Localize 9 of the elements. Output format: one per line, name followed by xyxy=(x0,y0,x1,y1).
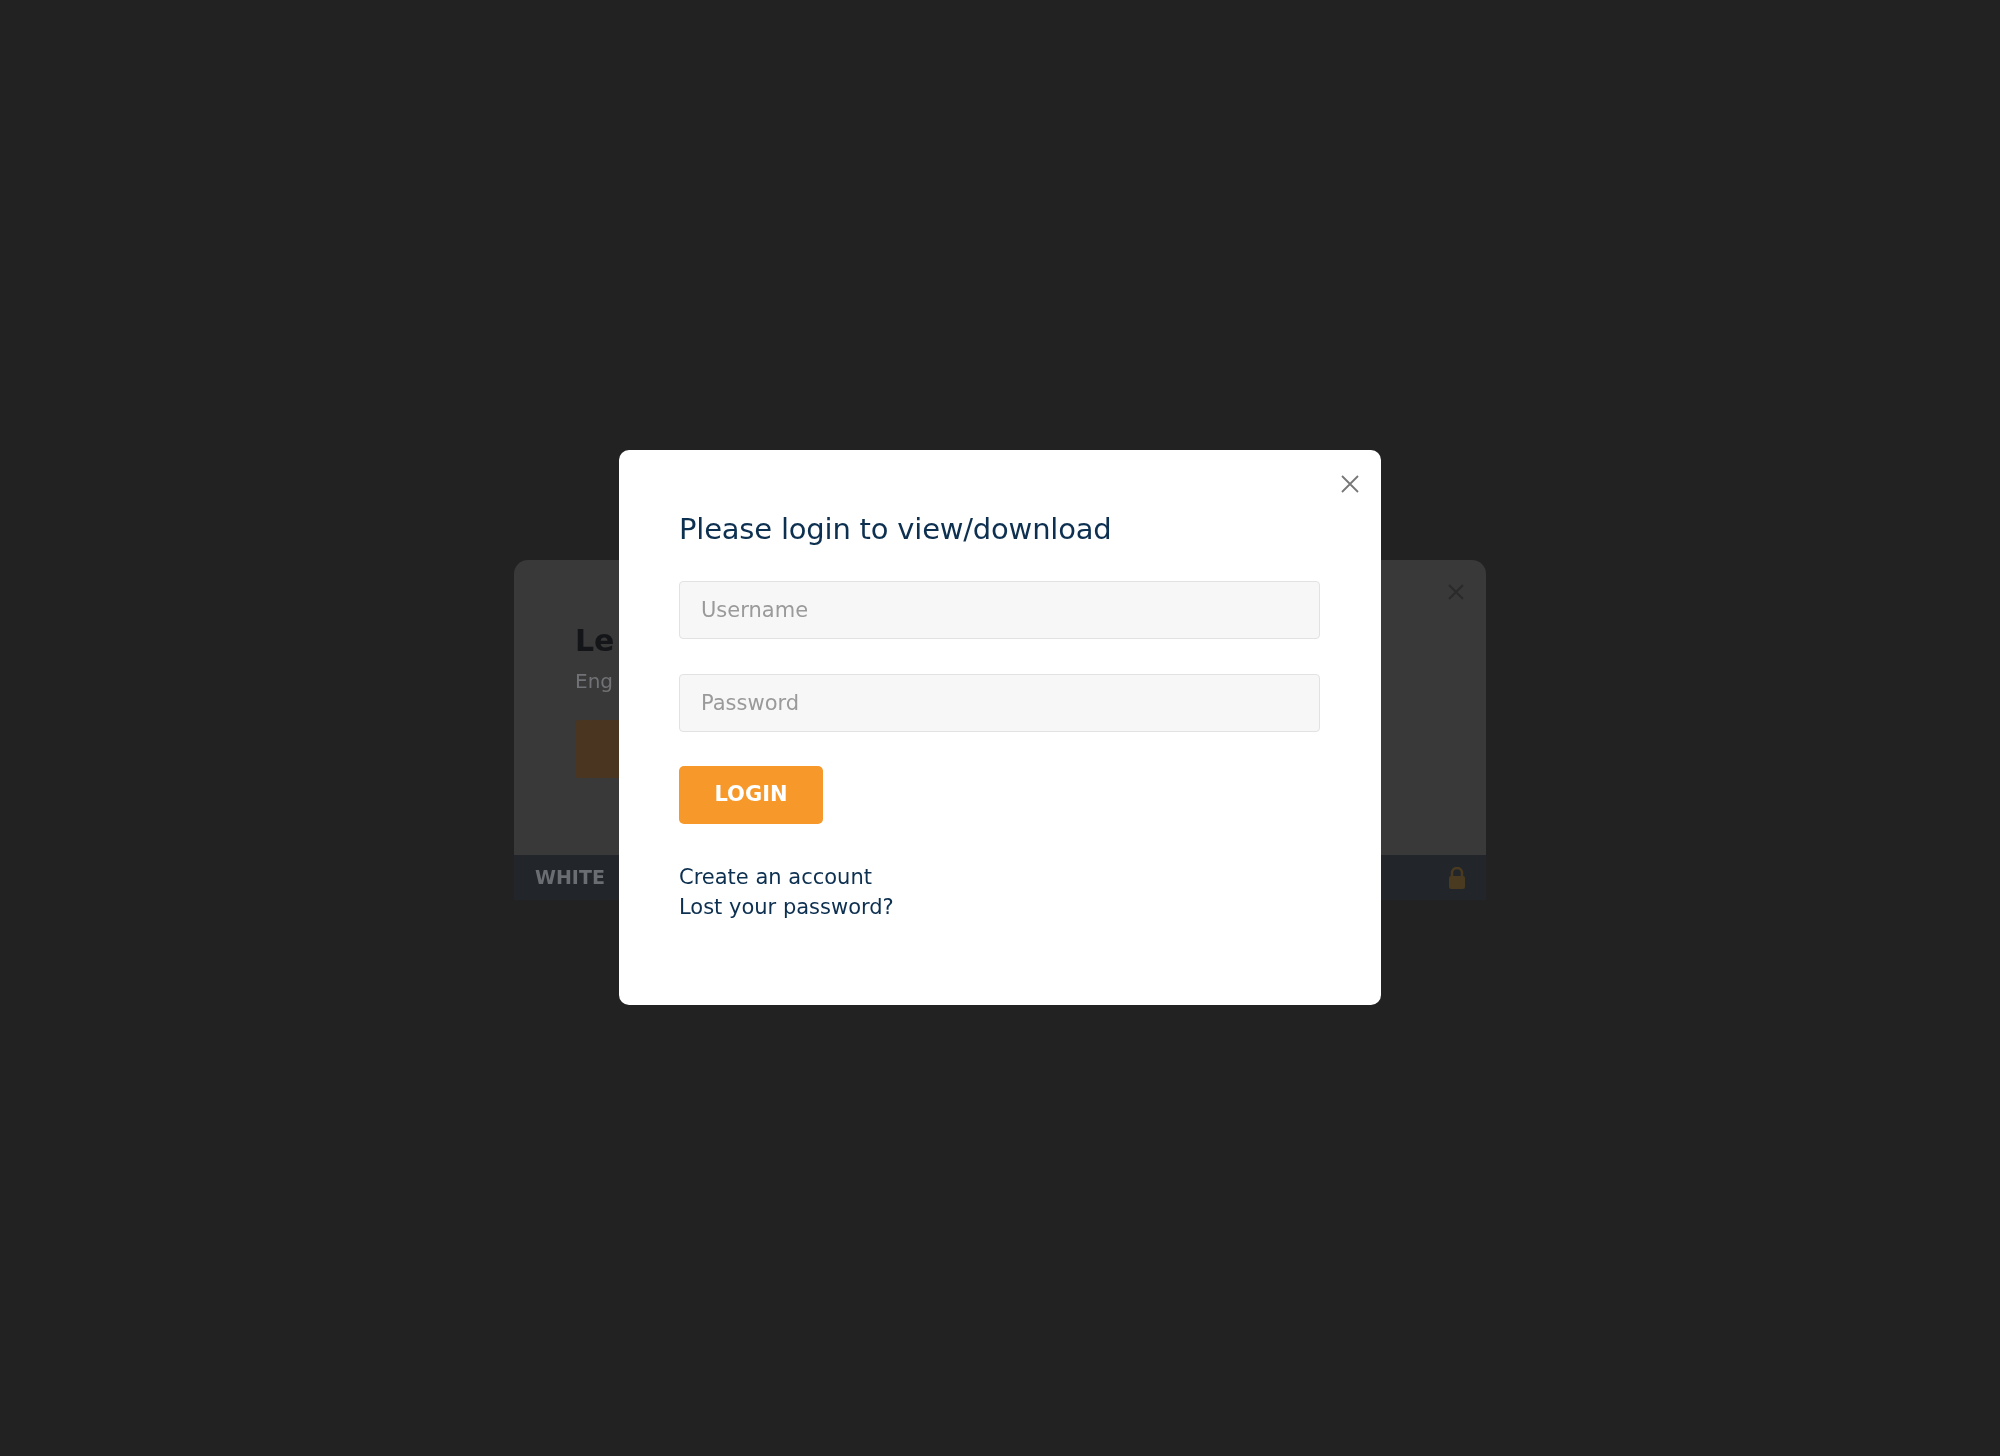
lock-icon xyxy=(1448,866,1466,889)
dialog-title: Please login to view/download xyxy=(679,512,1113,547)
footer-label: WHITE xyxy=(535,865,605,891)
username-field[interactable]: Username xyxy=(679,580,1320,639)
dialog-subtitle: Eng xyxy=(575,668,614,695)
create-account-link[interactable]: Create an account xyxy=(679,861,872,892)
lost-password-link[interactable]: Lost your password? xyxy=(679,891,894,922)
dialog-button[interactable] xyxy=(575,720,619,778)
password-field[interactable]: Password xyxy=(679,673,1320,732)
